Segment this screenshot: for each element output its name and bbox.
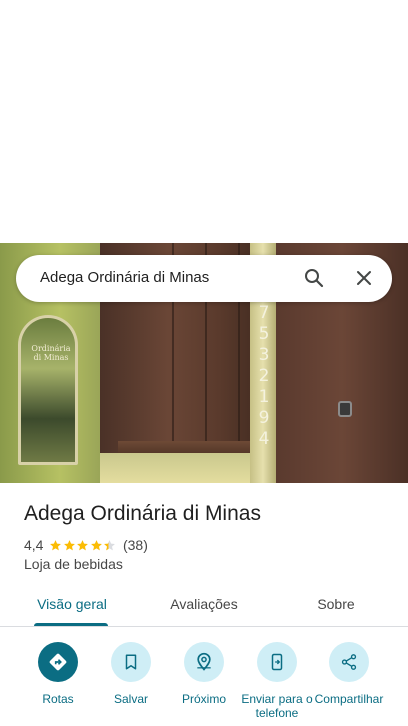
place-title: Adega Ordinária di Minas: [24, 502, 261, 525]
tab-reviews[interactable]: Avaliações: [156, 596, 252, 612]
poster-text: Ordinária di Minas: [31, 344, 71, 362]
star-icon: [64, 539, 75, 550]
nearby-label: Próximo: [181, 692, 226, 706]
nearby-icon: [184, 642, 224, 682]
active-tab-indicator: [34, 623, 108, 626]
rating-row[interactable]: 4,4 (38): [24, 536, 148, 554]
review-count[interactable]: (38): [123, 537, 148, 553]
tab-bar: Visão geral Avaliações Sobre: [0, 585, 408, 627]
tab-overview[interactable]: Visão geral: [24, 596, 120, 612]
star-icon: [91, 539, 102, 550]
tab-about[interactable]: Sobre: [296, 596, 376, 612]
send-to-phone-label: Enviar para o telefone: [241, 692, 313, 720]
share-button[interactable]: Compartilhar: [313, 642, 385, 706]
directions-icon: [38, 642, 78, 682]
rating-value: 4,4: [24, 537, 44, 553]
star-icon: [77, 539, 89, 550]
nearby-button[interactable]: Próximo: [168, 642, 240, 706]
star-rating: [49, 539, 117, 552]
padlock: [338, 401, 352, 417]
action-bar: Rotas Salvar Próximo Enviar para o telef…: [0, 628, 408, 726]
search-bar[interactable]: Adega Ordinária di Minas: [16, 255, 392, 302]
house-number: 7532194: [258, 303, 270, 449]
poster: Ordinária di Minas: [18, 315, 78, 465]
send-to-phone-button[interactable]: Enviar para o telefone: [241, 642, 313, 720]
close-icon[interactable]: [352, 266, 376, 290]
search-icon[interactable]: [302, 266, 326, 290]
save-button[interactable]: Salvar: [95, 642, 167, 706]
place-category[interactable]: Loja de bebidas: [24, 556, 123, 572]
directions-button[interactable]: Rotas: [22, 642, 94, 706]
star-icon: [50, 539, 62, 550]
search-input[interactable]: Adega Ordinária di Minas: [40, 269, 209, 286]
directions-label: Rotas: [42, 692, 74, 706]
bookmark-icon: [111, 642, 151, 682]
send-to-phone-icon: [257, 642, 297, 682]
share-label: Compartilhar: [314, 692, 384, 706]
star-icon: [104, 539, 116, 550]
share-icon: [329, 642, 369, 682]
save-label: Salvar: [113, 692, 148, 706]
map-area-blank: [0, 0, 408, 243]
